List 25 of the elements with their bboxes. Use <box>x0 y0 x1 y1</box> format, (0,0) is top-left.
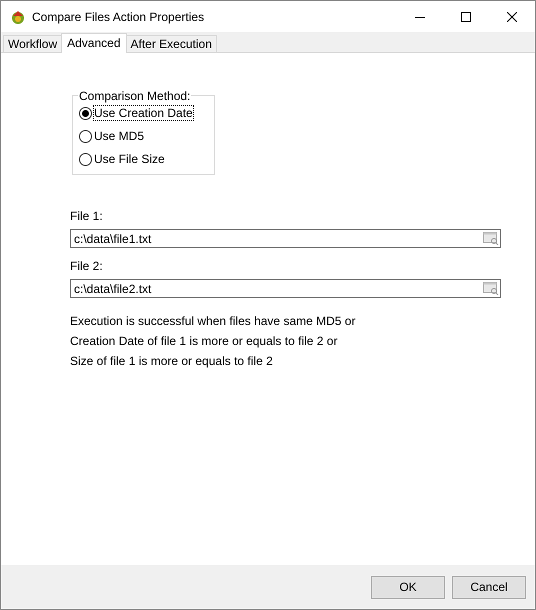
dialog-button[interactable]: Cancel <box>452 576 526 598</box>
tab[interactable]: Workflow <box>3 35 62 52</box>
close-icon[interactable] <box>507 12 517 22</box>
app-icon <box>10 8 26 24</box>
description-text: Creation Date of file 1 is more or equals to file 2 or <box>70 334 338 348</box>
field-label: File 2: <box>70 259 104 273</box>
tab[interactable]: Advanced <box>61 33 126 53</box>
radio-button[interactable] <box>79 106 92 120</box>
radio-button[interactable] <box>79 130 92 142</box>
tab[interactable]: After Execution <box>126 35 217 52</box>
group-title: Comparison Method: <box>78 89 192 103</box>
window-title: Compare Files Action Properties <box>32 10 204 24</box>
radio-label: Use File Size <box>94 152 165 166</box>
radio-label: Use MD5 <box>94 129 144 143</box>
maximize-icon[interactable] <box>461 12 471 22</box>
file-path-field[interactable]: c:\data\file2.txt <box>70 279 501 298</box>
field-label: File 1: <box>70 209 104 223</box>
browse-icon[interactable] <box>483 281 499 295</box>
radio-button[interactable] <box>79 152 92 166</box>
browse-icon[interactable] <box>483 231 499 245</box>
description-text: Size of file 1 is more or equals to file 2 <box>70 354 274 368</box>
description-text: Execution is successful when files have same MD5 or <box>70 314 356 328</box>
file-path-field[interactable]: c:\data\file1.txt <box>70 229 501 248</box>
dialog-button[interactable]: OK <box>371 576 445 598</box>
radio-label: Use Creation Date <box>94 106 193 120</box>
